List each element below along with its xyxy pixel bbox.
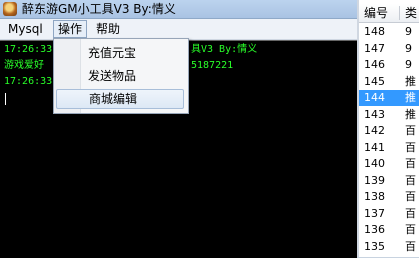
- list-item-type: 百: [405, 173, 416, 187]
- menu-mysql[interactable]: Mysql: [4, 21, 47, 37]
- window-title: 醉东游GM小工具V3 By:情义: [22, 2, 176, 16]
- list-item[interactable]: 141 百: [359, 140, 419, 156]
- menu-item-shop-edit[interactable]: 商城编辑: [56, 89, 184, 109]
- menu-item-send-item[interactable]: 发送物品: [56, 66, 184, 86]
- log-line: 17:26:33: [4, 76, 53, 87]
- operation-dropdown-menu: 充值元宝 发送物品 商城编辑: [53, 38, 189, 114]
- list-item-id: 146: [364, 58, 385, 71]
- list-item-type: 9: [405, 58, 412, 71]
- list-item-type: 推: [405, 91, 416, 104]
- list-item-id: 144: [364, 91, 385, 104]
- app-icon: [3, 2, 17, 16]
- list-item-type: 9: [405, 41, 412, 55]
- list-item-type: 推: [405, 74, 416, 88]
- list-item[interactable]: 138 百: [359, 189, 419, 205]
- log-line: 5187221: [191, 60, 234, 71]
- menu-bar: Mysql 操作 帮助: [0, 19, 357, 40]
- list-item-type: 百: [405, 140, 416, 154]
- list-item[interactable]: 148 9: [359, 24, 419, 40]
- list-item[interactable]: 139 百: [359, 173, 419, 189]
- list-item-id: 140: [364, 157, 385, 170]
- list-item[interactable]: 135 百: [359, 239, 419, 255]
- list-item-id: 142: [364, 124, 385, 137]
- item-list[interactable]: 编号 类 148 9 147 9 146 9 145 推 144 推 143 推 142 百 141 百 140…: [357, 0, 419, 257]
- list-item[interactable]: 146 9: [359, 57, 419, 73]
- list-item-type: 百: [405, 124, 416, 137]
- list-item[interactable]: 137 百: [359, 206, 419, 222]
- list-item[interactable]: 144 推: [359, 90, 419, 106]
- list-item[interactable]: 143 推: [359, 107, 419, 123]
- log-line: 具V3 By:情义: [191, 44, 258, 55]
- text-caret: [5, 93, 6, 105]
- list-item-type: 推: [405, 107, 416, 121]
- list-item-id: 141: [364, 140, 385, 154]
- list-item-id: 148: [364, 25, 385, 38]
- column-header-id[interactable]: 编号: [364, 4, 388, 22]
- list-item[interactable]: 147 9: [359, 41, 419, 57]
- list-item-id: 135: [364, 239, 385, 253]
- list-item-id: 147: [364, 41, 385, 55]
- list-item-id: 143: [364, 107, 385, 121]
- column-header-type[interactable]: 类: [405, 4, 417, 22]
- list-item-type: 百: [405, 223, 416, 236]
- list-item-type: 百: [405, 190, 416, 203]
- list-item[interactable]: 145 推: [359, 74, 419, 90]
- list-header: 编号 类: [359, 4, 419, 23]
- list-item-id: 145: [364, 74, 385, 88]
- column-divider[interactable]: [399, 6, 400, 20]
- list-item-type: 百: [405, 206, 416, 220]
- list-item-id: 138: [364, 190, 385, 203]
- log-line: 17:26:33: [4, 44, 53, 55]
- list-item-id: 139: [364, 173, 385, 187]
- list-item[interactable]: 140 百: [359, 156, 419, 172]
- menu-operation[interactable]: 操作: [53, 20, 88, 38]
- list-item[interactable]: 142 百: [359, 123, 419, 139]
- list-item-type: 百: [405, 157, 416, 170]
- log-line: 游戏爱好: [4, 60, 44, 71]
- menu-item-recharge[interactable]: 充值元宝: [56, 43, 184, 63]
- list-item-type: 9: [405, 25, 412, 38]
- title-bar: 醉东游GM小工具V3 By:情义: [0, 0, 357, 19]
- list-item-id: 137: [364, 206, 385, 220]
- list-item-id: 136: [364, 223, 385, 236]
- menu-help[interactable]: 帮助: [92, 21, 124, 37]
- list-item[interactable]: 136 百: [359, 222, 419, 238]
- list-item-type: 百: [405, 239, 416, 253]
